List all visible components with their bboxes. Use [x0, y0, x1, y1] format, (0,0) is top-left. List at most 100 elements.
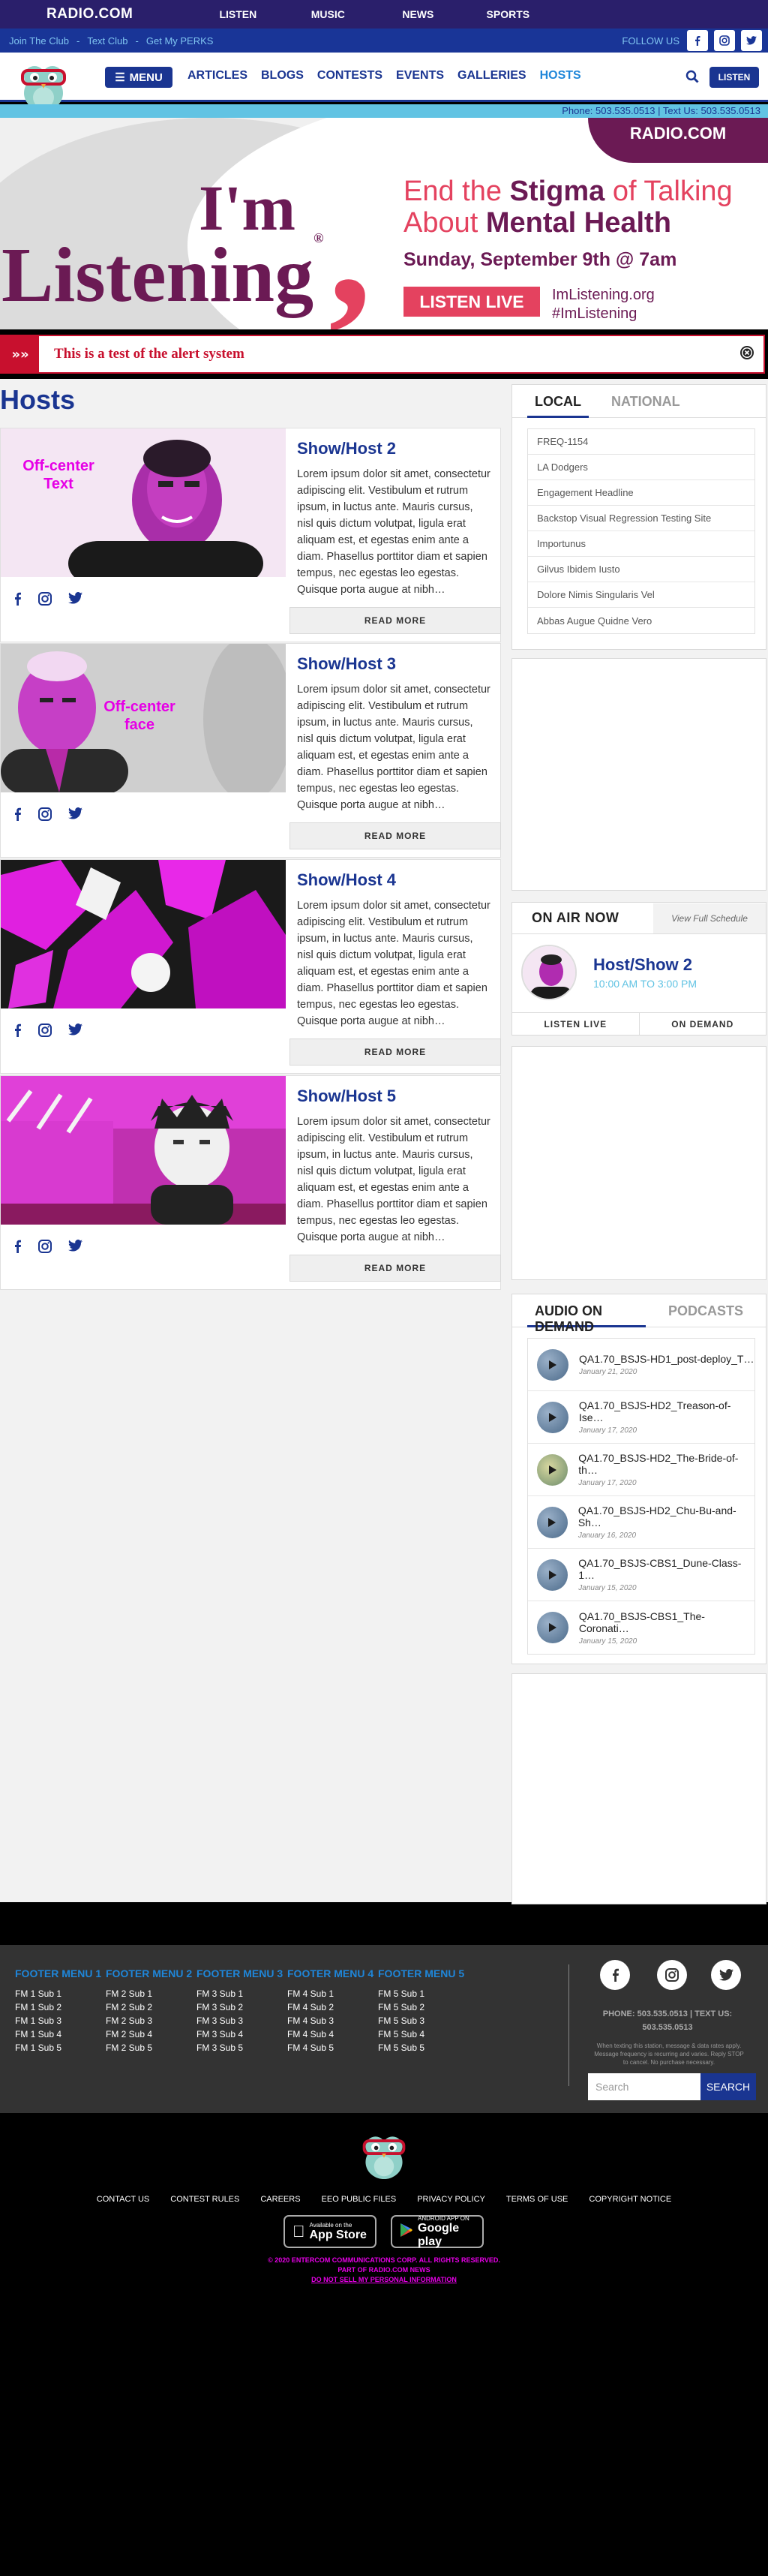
terms-link[interactable]: TERMS OF USE [506, 2195, 568, 2204]
footer-menu-heading[interactable]: FOOTER MENU 3 [196, 1967, 283, 1979]
footer-link[interactable]: FM 4 Sub 3 [287, 2014, 374, 2027]
nav-articles[interactable]: ARTICLES [188, 69, 248, 83]
text-club-link[interactable]: Text Club [87, 35, 128, 47]
search-icon[interactable] [686, 70, 699, 86]
read-more-button[interactable]: READ MORE [290, 1255, 501, 1282]
ad-slot[interactable] [512, 1046, 766, 1280]
menu-button[interactable]: ☰ MENU [105, 67, 172, 88]
footer-menu-heading[interactable]: FOOTER MENU 2 [106, 1967, 192, 1979]
read-more-button[interactable]: READ MORE [290, 822, 501, 849]
footer-link[interactable]: FM 3 Sub 5 [196, 2041, 283, 2054]
twitter-icon[interactable] [68, 1023, 82, 1040]
footer-link[interactable]: FM 4 Sub 5 [287, 2041, 374, 2054]
nav-blogs[interactable]: BLOGS [261, 69, 304, 83]
facebook-icon[interactable] [13, 807, 22, 824]
footer-link[interactable]: FM 5 Sub 5 [378, 2041, 464, 2054]
footer-link[interactable]: FM 1 Sub 3 [15, 2014, 101, 2027]
radio-logo[interactable]: RADIO.COM [46, 6, 133, 23]
twitter-icon[interactable] [68, 592, 82, 609]
list-item[interactable]: Importunus [528, 531, 754, 557]
list-item[interactable]: LA Dodgers [528, 455, 754, 480]
tab-podcasts[interactable]: PODCASTS [661, 1303, 751, 1327]
footer-link[interactable]: FM 3 Sub 1 [196, 1987, 283, 2000]
on-air-show[interactable]: Host/Show 2 [593, 955, 692, 975]
instagram-icon[interactable] [657, 1960, 687, 1990]
play-icon[interactable] [537, 1559, 568, 1591]
footer-menu-heading[interactable]: FOOTER MENU 1 [15, 1967, 101, 1979]
facebook-icon[interactable] [600, 1960, 630, 1990]
avatar[interactable] [521, 945, 577, 1000]
host-card-title[interactable]: Show/Host 2 [297, 439, 396, 458]
tab-audio-on-demand[interactable]: AUDIO ON DEMAND [527, 1303, 646, 1334]
owl-logo[interactable] [358, 2128, 410, 2184]
instagram-icon[interactable] [714, 30, 735, 51]
instagram-icon[interactable] [38, 1023, 52, 1040]
footer-link[interactable]: FM 5 Sub 4 [378, 2027, 464, 2041]
tab-national[interactable]: NATIONAL [604, 394, 688, 418]
nav-events[interactable]: EVENTS [396, 69, 444, 83]
top-nav-listen[interactable]: LISTEN [193, 8, 283, 20]
top-nav-news[interactable]: NEWS [373, 8, 463, 20]
footer-link[interactable]: FM 3 Sub 4 [196, 2027, 283, 2041]
facebook-icon[interactable] [13, 1023, 22, 1040]
top-nav-music[interactable]: MUSIC [283, 8, 373, 20]
privacy-link[interactable]: PRIVACY POLICY [417, 2195, 485, 2204]
footer-link[interactable]: FM 3 Sub 3 [196, 2014, 283, 2027]
footer-link[interactable]: FM 1 Sub 1 [15, 1987, 101, 2000]
google-play-button[interactable]: ANDROID APP ON Google play [391, 2215, 484, 2248]
contact-us-link[interactable]: CONTACT US [97, 2195, 150, 2204]
careers-link[interactable]: CAREERS [260, 2195, 300, 2204]
footer-link[interactable]: FM 1 Sub 5 [15, 2041, 101, 2054]
facebook-icon[interactable] [687, 30, 708, 51]
play-icon[interactable] [537, 1506, 568, 1538]
read-more-button[interactable]: READ MORE [290, 1039, 501, 1066]
play-icon[interactable] [537, 1612, 568, 1643]
facebook-icon[interactable] [13, 592, 22, 609]
footer-link[interactable]: FM 2 Sub 3 [106, 2014, 192, 2027]
footer-link[interactable]: FM 2 Sub 1 [106, 1987, 192, 2000]
footer-search-input[interactable]: Search [588, 2073, 700, 2100]
nav-contests[interactable]: CONTESTS [317, 69, 382, 83]
footer-link[interactable]: FM 2 Sub 4 [106, 2027, 192, 2041]
host-photo[interactable]: Off-center Text [1, 428, 286, 577]
host-card-title[interactable]: Show/Host 4 [297, 870, 396, 890]
list-item[interactable]: Engagement Headline [528, 480, 754, 506]
nav-hosts[interactable]: HOSTS [540, 69, 581, 83]
list-item[interactable]: QA1.70_BSJS-HD2_The-Bride-of-th… January … [528, 1444, 754, 1496]
list-item[interactable]: Dolore Nimis Singularis Vel [528, 582, 754, 608]
instagram-icon[interactable] [38, 1240, 52, 1256]
footer-link[interactable]: FM 3 Sub 2 [196, 2000, 283, 2014]
host-card-title[interactable]: Show/Host 5 [297, 1087, 396, 1106]
footer-link[interactable]: FM 4 Sub 4 [287, 2027, 374, 2041]
footer-link[interactable]: FM 2 Sub 5 [106, 2041, 192, 2054]
footer-menu-heading[interactable]: FOOTER MENU 4 [287, 1967, 374, 1979]
host-photo[interactable] [1, 1076, 286, 1225]
instagram-icon[interactable] [38, 592, 52, 609]
on-air-listen-live-button[interactable]: LISTEN LIVE [512, 1013, 640, 1035]
perks-link[interactable]: Get My PERKS [146, 35, 214, 47]
list-item[interactable]: FREQ-1154 [528, 429, 754, 455]
nav-galleries[interactable]: GALLERIES [458, 69, 526, 83]
listen-button[interactable]: LISTEN [710, 67, 759, 88]
part-of-link[interactable]: PART OF RADIO.COM NEWS [0, 2265, 768, 2275]
twitter-icon[interactable] [741, 30, 762, 51]
contest-rules-link[interactable]: CONTEST RULES [170, 2195, 239, 2204]
do-not-sell-link[interactable]: DO NOT SELL MY PERSONAL INFORMATION [0, 2275, 768, 2285]
list-item[interactable]: QA1.70_BSJS-HD1_post-deploy_T… January 21… [528, 1339, 754, 1391]
on-demand-button[interactable]: ON DEMAND [640, 1013, 766, 1035]
footer-link[interactable]: FM 5 Sub 3 [378, 2014, 464, 2027]
full-schedule-link[interactable]: View Full Schedule [653, 903, 766, 933]
footer-link[interactable]: FM 5 Sub 1 [378, 1987, 464, 2000]
play-icon[interactable] [537, 1401, 568, 1433]
twitter-icon[interactable] [68, 1240, 82, 1256]
play-icon[interactable] [537, 1348, 568, 1381]
host-photo[interactable] [1, 860, 286, 1008]
list-item[interactable]: QA1.70_BSJS-CBS1_The-Coronati… January 15… [528, 1601, 754, 1654]
list-item[interactable]: QA1.70_BSJS-HD2_Treason-of-Ise… January 1… [528, 1391, 754, 1444]
host-card-title[interactable]: Show/Host 3 [297, 654, 396, 674]
list-item[interactable]: QA1.70_BSJS-CBS1_Dune-Class-1… January 15… [528, 1549, 754, 1601]
hero-listen-live-button[interactable]: LISTEN LIVE [404, 287, 540, 317]
ad-slot[interactable] [512, 1673, 766, 1904]
hero-banner[interactable]: RADIO.COM I'm Listening® , End the Stigm… [0, 118, 768, 329]
footer-menu-heading[interactable]: FOOTER MENU 5 [378, 1967, 464, 1979]
